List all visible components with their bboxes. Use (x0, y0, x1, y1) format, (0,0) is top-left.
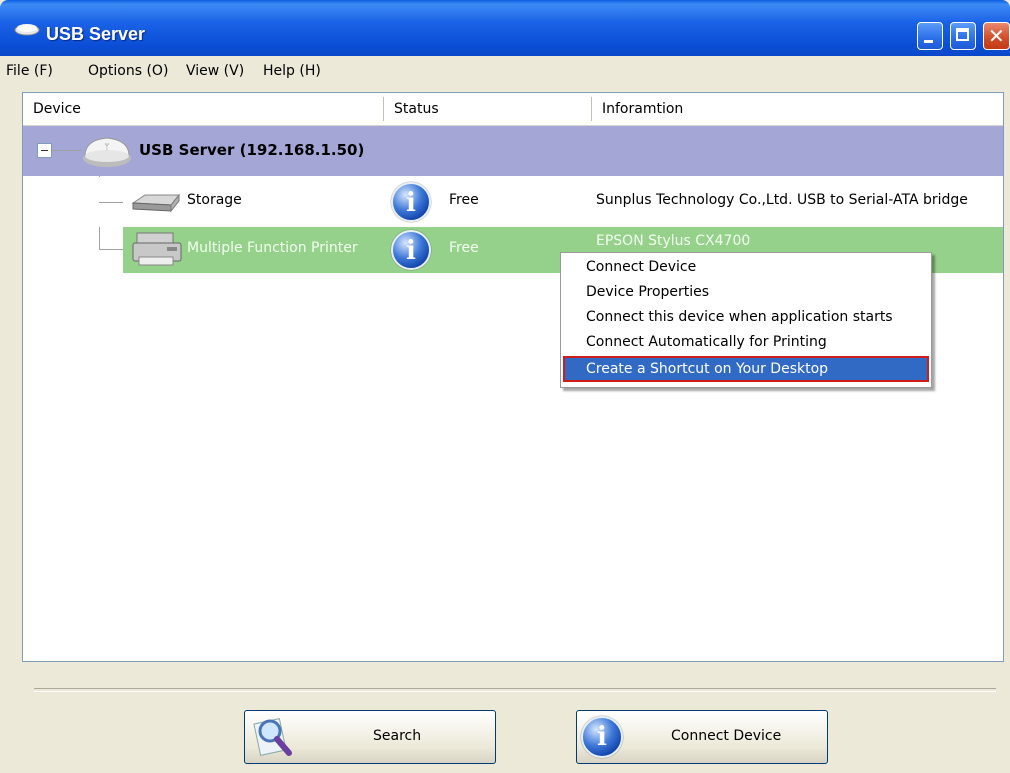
list-header: Device Status Inforamtion (23, 93, 1003, 126)
connect-device-button[interactable]: i Connect Device (576, 710, 828, 764)
device-information: EPSON Stylus CX4700 (596, 233, 751, 249)
info-icon: i (581, 716, 623, 758)
minimize-button[interactable] (917, 22, 943, 50)
storage-drive-icon (131, 193, 181, 213)
separator (34, 688, 996, 692)
tree-line (99, 249, 123, 250)
device-name: Multiple Function Printer (187, 240, 358, 256)
close-button[interactable]: ✕ (983, 22, 1010, 50)
collapse-toggle[interactable] (37, 143, 52, 158)
usb-server-icon (14, 24, 40, 36)
server-row[interactable]: ᛘ USB Server (192.168.1.50) (23, 126, 1003, 176)
device-information: Sunplus Technology Co.,Ltd. USB to Seria… (596, 192, 968, 208)
search-button[interactable]: Search (244, 710, 496, 764)
context-connect-for-printing[interactable]: Connect Automatically for Printing (586, 334, 827, 350)
menu-bar: File (F) Options (O) View (V) Help (H) (0, 56, 1010, 86)
device-row-storage[interactable]: Storage i Free Sunplus Technology Co.,Lt… (23, 177, 1003, 227)
printer-icon (132, 232, 182, 266)
menu-options[interactable]: Options (O) (88, 63, 168, 79)
context-connect-device[interactable]: Connect Device (586, 259, 696, 275)
device-status: Free (449, 240, 479, 256)
column-status[interactable]: Status (384, 93, 591, 125)
context-device-properties[interactable]: Device Properties (586, 284, 709, 300)
server-label: USB Server (192.168.1.50) (139, 141, 365, 159)
menu-view[interactable]: View (V) (186, 63, 244, 79)
column-device[interactable]: Device (23, 93, 383, 125)
menu-help[interactable]: Help (H) (263, 63, 321, 79)
usb-server-icon: ᛘ (83, 137, 131, 167)
context-create-shortcut[interactable]: Create a Shortcut on Your Desktop (563, 356, 929, 382)
context-connect-on-start[interactable]: Connect this device when application sta… (586, 309, 893, 325)
info-icon: i (391, 182, 431, 222)
title-bar: USB Server ✕ (0, 0, 1010, 56)
column-information[interactable]: Inforamtion (592, 93, 1003, 125)
tree-line (52, 150, 82, 151)
device-status: Free (449, 192, 479, 208)
search-button-label: Search (373, 728, 422, 744)
search-icon (253, 718, 292, 756)
info-icon: i (391, 230, 431, 270)
connect-device-button-label: Connect Device (671, 728, 782, 744)
tree-line (99, 202, 123, 203)
context-menu: Connect Device Device Properties Connect… (560, 252, 932, 388)
device-name: Storage (187, 192, 242, 208)
close-icon: ✕ (988, 24, 1005, 48)
maximize-button[interactable] (950, 22, 976, 50)
window-title: USB Server (46, 24, 146, 44)
menu-file[interactable]: File (F) (6, 63, 53, 79)
svg-text:ᛘ: ᛘ (104, 143, 109, 153)
